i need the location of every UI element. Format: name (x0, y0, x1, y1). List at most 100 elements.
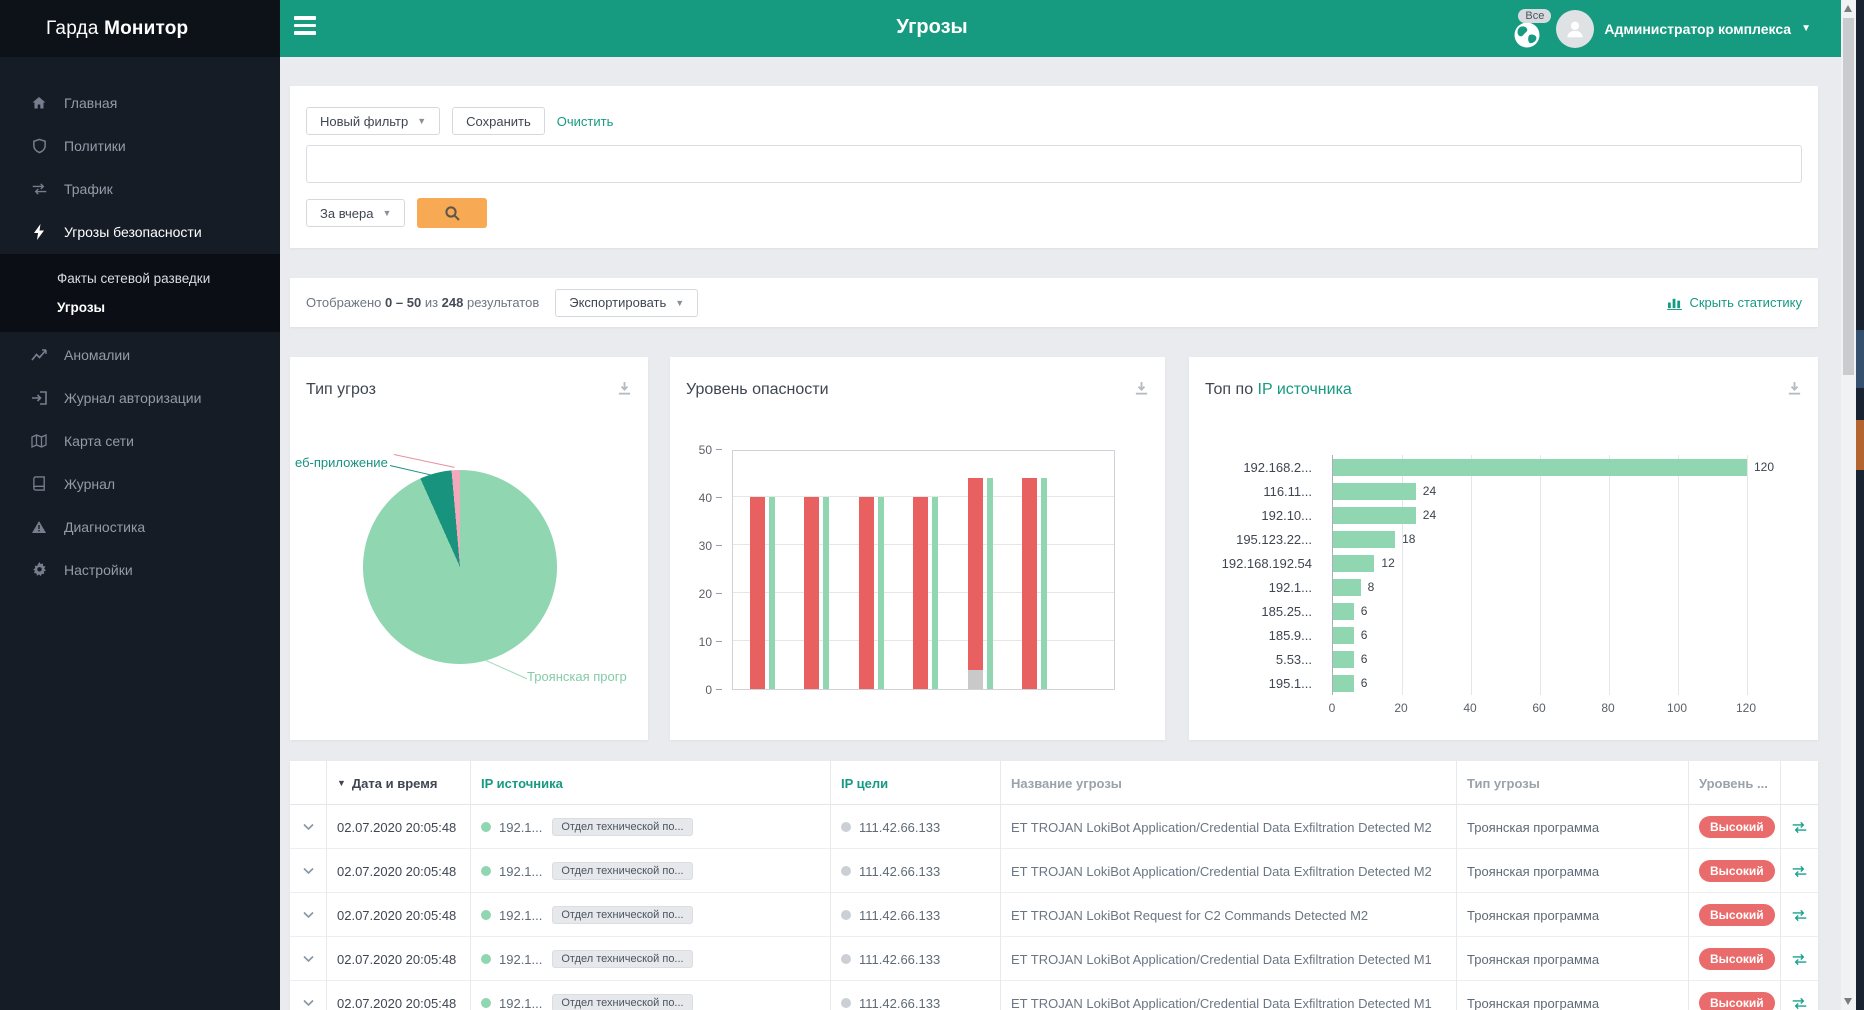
row-expand-chevron[interactable] (290, 805, 326, 849)
sidebar-item-label: Трафик (64, 180, 113, 197)
row-expand-chevron[interactable] (290, 981, 326, 1010)
threats-submenu: Факты сетевой разведки Угрозы (0, 253, 280, 333)
threat-type-pie (363, 470, 557, 664)
department-chip: Отдел технической по... (552, 906, 693, 924)
scrollbar-thumb[interactable] (1843, 18, 1854, 375)
flow-details-icon[interactable] (1780, 849, 1818, 893)
caret-down-icon: ▼ (675, 297, 685, 308)
chevron-down-icon[interactable]: ▼ (1801, 23, 1811, 34)
scroll-down-arrow[interactable] (1844, 998, 1852, 1005)
sidebar-item-label: Диагностика (64, 518, 146, 535)
sidebar-item-settings[interactable]: Настройки (0, 548, 280, 591)
filter-query-input[interactable] (306, 145, 1802, 183)
app-logo: Гарда Монитор (0, 0, 280, 57)
card-title: Топ по IP источника (1205, 381, 1352, 399)
save-filter-button[interactable]: Сохранить (452, 107, 545, 135)
header-threat-name[interactable]: Название угрозы (1000, 761, 1456, 805)
row-expand-chevron[interactable] (290, 849, 326, 893)
source-ip-link[interactable]: IP источника (1258, 381, 1352, 398)
period-dropdown[interactable]: За вчера ▼ (306, 199, 406, 227)
table-row: 02.07.2020 20:05:48 192.1... Отдел технич… (290, 981, 1818, 1010)
book-icon (30, 476, 48, 491)
row-threat-type: Троянская программа (1456, 981, 1688, 1010)
row-severity: Высокий (1688, 893, 1780, 937)
scroll-up-arrow[interactable] (1844, 5, 1852, 12)
sidebar-item-policies[interactable]: Политики (0, 124, 280, 167)
results-total: 248 (441, 295, 464, 310)
results-summary: Отображено 0 – 50 из 248 результатов (306, 295, 540, 310)
header-severity[interactable]: Уровень ... (1688, 761, 1780, 805)
new-filter-label: Новый фильтр (320, 113, 409, 129)
table-row: 02.07.2020 20:05:48 192.1... Отдел технич… (290, 893, 1818, 937)
user-menu[interactable]: Администратор комплекса (1604, 21, 1791, 37)
sidebar-item-auth-log[interactable]: Журнал авторизации (0, 376, 280, 419)
sidebar-item-label: Карта сети (64, 432, 134, 449)
sidebar-item-traffic[interactable]: Трафик (0, 167, 280, 210)
source-ip-dot (481, 910, 491, 920)
flow-details-icon[interactable] (1780, 937, 1818, 981)
row-threat-name: ET TROJAN LokiBot Application/Credential… (1000, 981, 1456, 1010)
clear-filter-link[interactable]: Очистить (557, 114, 614, 129)
hide-statistics-link[interactable]: Скрыть статистику (1667, 295, 1802, 310)
department-chip: Отдел технической по... (552, 950, 693, 968)
row-expand-chevron[interactable] (290, 893, 326, 937)
flow-details-icon[interactable] (1780, 805, 1818, 849)
sidebar-item-diagnostics[interactable]: Диагностика (0, 505, 280, 548)
header-actions-column (1780, 761, 1818, 805)
sidebar-item-security-threats[interactable]: Угрозы безопасности (0, 210, 280, 253)
screen-edge-strip (1856, 0, 1864, 1010)
download-icon[interactable] (1787, 381, 1802, 401)
new-filter-dropdown[interactable]: Новый фильтр ▼ (306, 107, 441, 135)
scope-globe-button[interactable]: Все (1512, 8, 1552, 49)
results-range: 0 – 50 (385, 295, 422, 310)
header-date[interactable]: ▼ Дата и время (326, 761, 470, 805)
row-severity: Высокий (1688, 849, 1780, 893)
sidebar-item-journal[interactable]: Журнал (0, 462, 280, 505)
header-threat-type[interactable]: Тип угрозы (1456, 761, 1688, 805)
sidebar-item-anomalies[interactable]: Аномалии (0, 333, 280, 376)
download-icon[interactable] (1134, 381, 1149, 401)
threat-type-card: Тип угроз еб-приложение Троянская прогр (290, 357, 648, 740)
severity-bar-chart (732, 450, 1115, 690)
row-severity: Высокий (1688, 805, 1780, 849)
bar-chart-icon (1667, 298, 1683, 310)
row-expand-chevron[interactable] (290, 937, 326, 981)
export-dropdown[interactable]: Экспортировать ▼ (555, 288, 699, 317)
download-icon[interactable] (617, 381, 632, 401)
sidebar-subitem-threats[interactable]: Угрозы (0, 293, 280, 322)
page-title: Угрозы (896, 16, 968, 38)
table-row: 02.07.2020 20:05:48 192.1... Отдел технич… (290, 849, 1818, 893)
search-icon (445, 205, 460, 221)
traffic-arrows-icon (30, 182, 48, 196)
row-threat-name: ET TROJAN LokiBot Request for C2 Command… (1000, 893, 1456, 937)
target-ip-dot (841, 998, 851, 1008)
hamburger-menu-icon[interactable] (294, 16, 318, 40)
row-target-ip: 111.42.66.133 (830, 805, 1000, 849)
row-target-ip: 111.42.66.133 (830, 937, 1000, 981)
gear-icon (30, 562, 48, 577)
row-target-ip: 111.42.66.133 (830, 981, 1000, 1010)
target-ip-dot (841, 822, 851, 832)
sidebar-item-label: Политики (64, 137, 126, 154)
row-severity: Высокий (1688, 937, 1780, 981)
page-scrollbar[interactable] (1841, 0, 1856, 1010)
target-ip-dot (841, 866, 851, 876)
sidebar-item-home[interactable]: Главная (0, 81, 280, 124)
line-chart-icon (30, 348, 48, 362)
flow-details-icon[interactable] (1780, 893, 1818, 937)
header-source-ip[interactable]: IP источника (470, 761, 830, 805)
search-button[interactable] (417, 198, 488, 228)
card-title: Уровень опасности (686, 381, 829, 398)
row-date: 02.07.2020 20:05:48 (326, 805, 470, 849)
header-target-ip[interactable]: IP цели (830, 761, 1000, 805)
severity-badge: Высокий (1699, 860, 1775, 882)
sidebar-item-network-map[interactable]: Карта сети (0, 419, 280, 462)
sign-in-icon (30, 390, 48, 405)
flow-details-icon[interactable] (1780, 981, 1818, 1010)
row-target-ip: 111.42.66.133 (830, 849, 1000, 893)
avatar[interactable] (1556, 9, 1595, 48)
y-axis-labels: 0 10 20 30 40 50 (678, 443, 722, 697)
sidebar-item-label: Журнал (64, 475, 116, 492)
pie-leader-line (389, 465, 436, 477)
sidebar-subitem-recon-facts[interactable]: Факты сетевой разведки (0, 264, 280, 293)
